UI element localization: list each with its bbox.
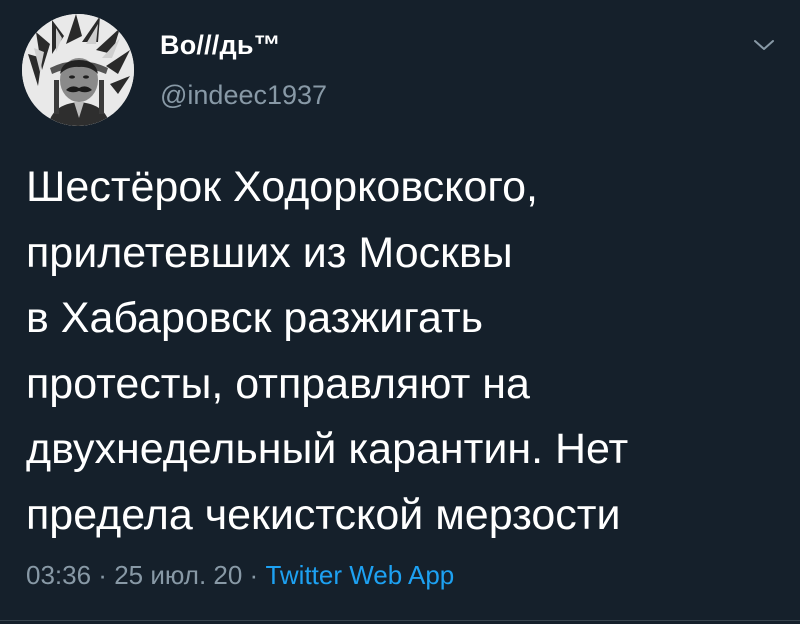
tweet-text-line: прилетевших из Москвы: [26, 228, 513, 277]
meta-separator: ·: [91, 560, 115, 590]
meta-separator: ·: [242, 560, 266, 590]
avatar-portrait-icon: [22, 14, 134, 126]
author-display-name[interactable]: Во///дь™: [160, 30, 281, 61]
tweet-text: Шестёрок Ходорковского, прилетевших из М…: [26, 155, 786, 548]
tweet-text-line: протесты, отправляют на: [26, 359, 530, 408]
divider: [0, 620, 800, 621]
tweet-source-link[interactable]: Twitter Web App: [265, 560, 454, 590]
tweet-metadata: 03:36 · 25 июл. 20 · Twitter Web App: [26, 560, 454, 591]
tweet-text-line: предела чекистской мерзости: [26, 490, 621, 539]
tweet-text-line: Шестёрок Ходорковского,: [26, 163, 538, 211]
tweet-text-line: в Хабаровск разжигать: [26, 294, 484, 342]
tweet-card: Во///дь™ @indeec1937 Шестёрок Ходорковск…: [0, 0, 800, 624]
chevron-down-icon: [754, 40, 774, 50]
tweet-text-line: двухнедельный карантин. Нет: [26, 425, 629, 473]
tweet-menu-button[interactable]: [752, 36, 776, 54]
tweet-time[interactable]: 03:36: [26, 560, 91, 590]
author-handle[interactable]: @indeec1937: [160, 80, 327, 111]
avatar[interactable]: [22, 14, 134, 126]
tweet-date[interactable]: 25 июл. 20: [114, 560, 242, 590]
